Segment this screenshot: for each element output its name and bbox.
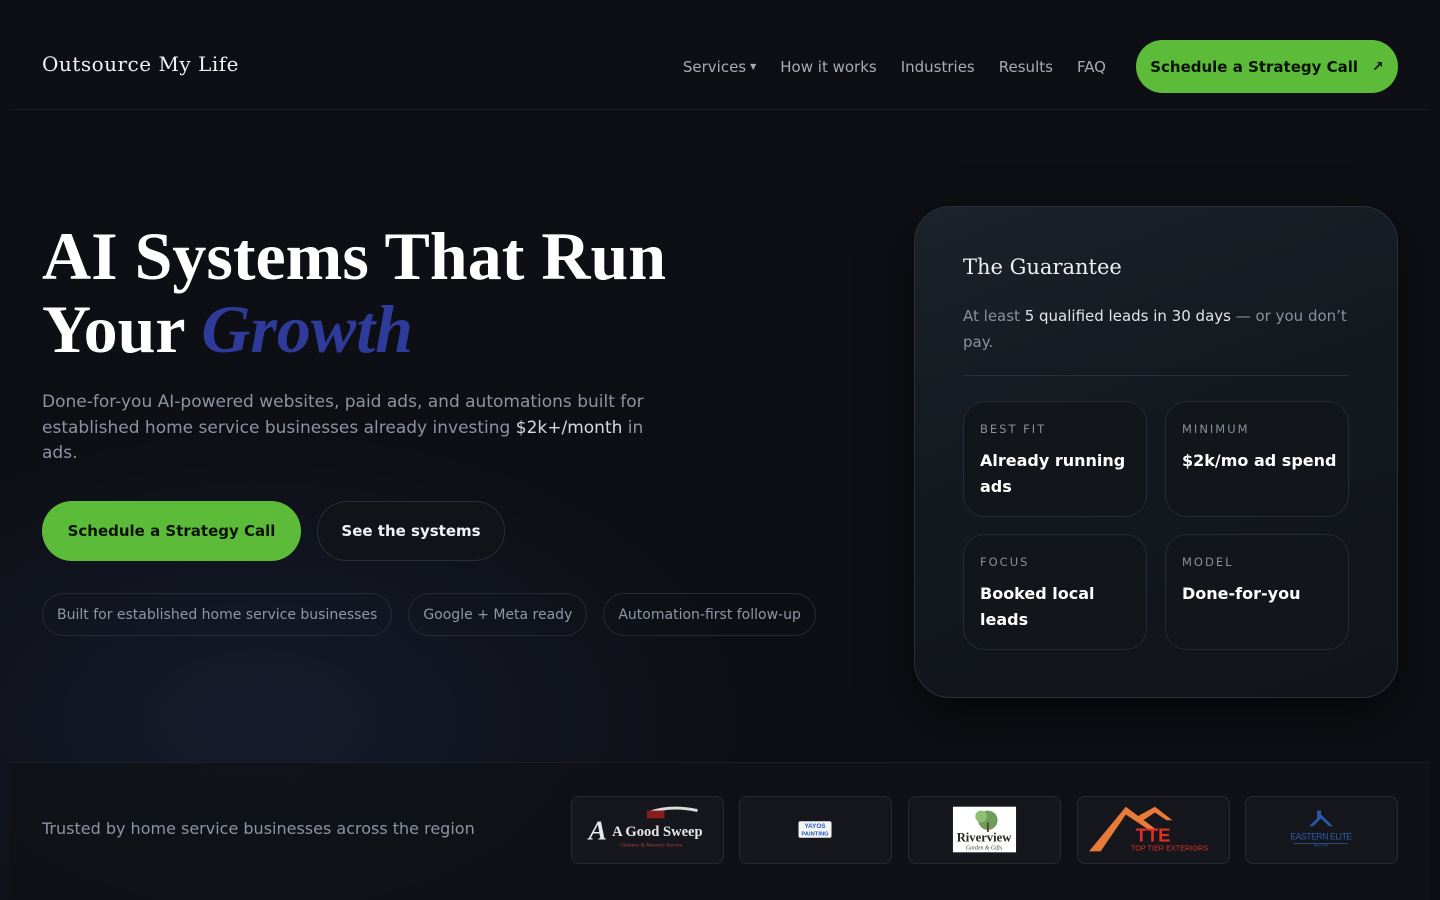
logo-riverview: Riverview Garden & Gifts	[908, 796, 1061, 864]
site-header: Outsource My Life Services ▼ How it work…	[12, 0, 1428, 110]
nav-services-label: Services	[682, 57, 747, 76]
hero-title-line1: AI Systems That Run	[42, 218, 667, 294]
hero-schedule-call-button[interactable]: Schedule a Strategy Call	[42, 501, 301, 561]
riverview-logo: Riverview Garden & Gifts	[952, 806, 1017, 853]
nav-industries[interactable]: Industries	[901, 58, 975, 76]
header-schedule-call-button[interactable]: Schedule a Strategy Call ↗	[1136, 40, 1398, 93]
arrow-up-right-icon: ↗	[1372, 58, 1384, 75]
tile-label: MODEL	[1182, 555, 1234, 569]
svg-text:YAYOS: YAYOS	[805, 823, 826, 830]
trusted-text: Trusted by home service businesses acros…	[42, 819, 475, 838]
tile-label: MINIMUM	[1182, 422, 1250, 436]
see-systems-button[interactable]: See the systems	[317, 501, 505, 561]
riverview-name: Riverview	[957, 831, 1013, 845]
brand-logo[interactable]: Outsource My Life	[42, 52, 239, 76]
tile-value: Done-for-you	[1182, 584, 1301, 603]
hero-title-line2: Your	[42, 291, 185, 367]
riverview-tagline: Garden & Gifts	[966, 844, 1003, 851]
nav-faq[interactable]: FAQ	[1077, 58, 1106, 76]
svg-text:A: A	[587, 816, 607, 846]
nav-how-it-works[interactable]: How it works	[780, 58, 876, 76]
hero-subtitle-highlight: $2k+/month	[515, 417, 623, 438]
eastern-elite-logo: EASTERN ELITE WASH	[1290, 810, 1353, 849]
tile-value: $2k/mo ad spend	[1182, 451, 1337, 470]
tile-minimum: MINIMUM $2k/mo ad spend	[1165, 401, 1349, 517]
logo-top-tier-exteriors: TTE TOP TIER EXTERIORS	[1077, 796, 1230, 864]
good-sweep-name: A Good Sweep	[612, 824, 703, 840]
tte-logo: TTE TOP TIER EXTERIORS	[1088, 806, 1208, 852]
logo-a-good-sweep: A A Good Sweep Chimney & Masonry Service	[571, 796, 724, 864]
tile-value: Already running ads	[980, 451, 1126, 496]
trusted-by-section: Trusted by home service businesses acros…	[10, 762, 1430, 900]
tile-focus: FOCUS Booked local leads	[963, 534, 1147, 650]
chip-established-businesses: Built for established home service busin…	[42, 593, 393, 636]
guarantee-card: The Guarantee At least 5 qualified leads…	[914, 206, 1398, 698]
guarantee-title: The Guarantee	[963, 255, 1122, 279]
tte-tagline: TOP TIER EXTERIORS	[1131, 843, 1208, 852]
a-good-sweep-logo: A A Good Sweep Chimney & Masonry Service	[587, 806, 703, 849]
feature-chips: Built for established home service busin…	[42, 593, 832, 636]
svg-text:PAINTING: PAINTING	[801, 831, 829, 837]
guarantee-text: At least 5 qualified leads in 30 days — …	[963, 303, 1353, 355]
guarantee-text-before: At least	[963, 307, 1020, 325]
tile-value: Booked local leads	[980, 584, 1095, 629]
nav-services[interactable]: Services ▼	[683, 58, 756, 76]
header-cta-label: Schedule a Strategy Call	[1150, 57, 1359, 76]
guarantee-text-highlight: 5 qualified leads in 30 days	[1024, 307, 1231, 325]
tile-best-fit: BEST FIT Already running ads	[963, 401, 1147, 517]
eastern-elite-name: EASTERN ELITE	[1290, 832, 1352, 842]
logo-yayos-painting: YAYOS PAINTING	[739, 796, 892, 864]
hero-title: AI Systems That Run Your Growth	[42, 220, 802, 366]
tile-label: BEST FIT	[980, 422, 1047, 436]
chip-google-meta: Google + Meta ready	[408, 593, 588, 636]
chip-automation: Automation-first follow-up	[603, 593, 816, 636]
logo-eastern-elite-wash: EASTERN ELITE WASH	[1245, 796, 1398, 864]
divider	[963, 375, 1349, 376]
main-nav: Services ▼ How it works Industries Resul…	[683, 40, 1398, 93]
hero-title-accent: Growth	[201, 291, 413, 367]
caret-down-icon: ▼	[750, 62, 757, 71]
tile-label: FOCUS	[980, 555, 1030, 569]
nav-results[interactable]: Results	[999, 58, 1053, 76]
hero-subtitle: Done-for-you AI-powered websites, paid a…	[42, 390, 672, 467]
yayos-painting-logo: YAYOS PAINTING	[798, 821, 832, 838]
good-sweep-tagline: Chimney & Masonry Service	[620, 843, 683, 849]
tile-model: MODEL Done-for-you	[1165, 534, 1349, 650]
